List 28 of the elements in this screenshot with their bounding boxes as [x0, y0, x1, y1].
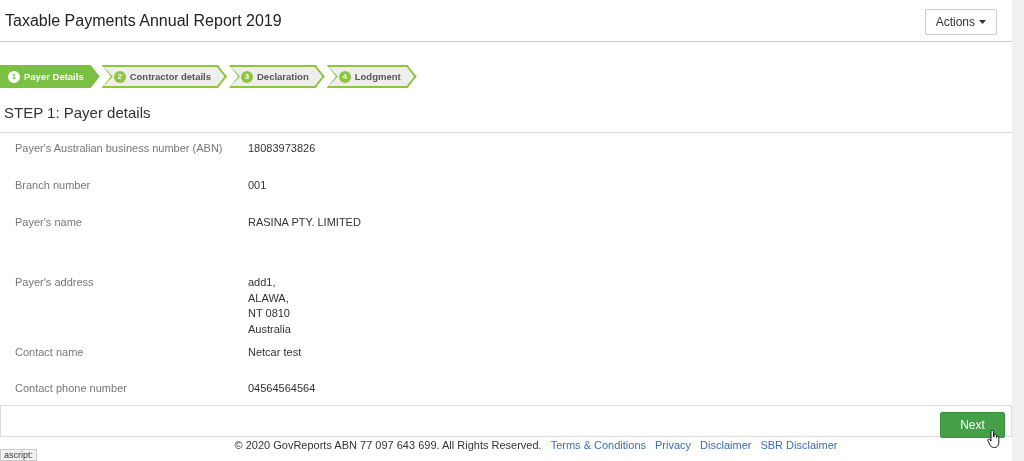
field-value: 04564564564 [248, 381, 317, 396]
field-label: Branch number [15, 178, 92, 193]
next-button[interactable]: Next [940, 412, 1005, 438]
page-title: Taxable Payments Annual Report 2019 [5, 11, 282, 30]
field-value: RASINA PTY. LIMITED [248, 215, 362, 230]
footer-link[interactable]: Terms & Conditions [550, 439, 647, 451]
pointer-cursor-icon [987, 430, 1001, 448]
actions-button[interactable]: Actions [924, 8, 997, 35]
step-tab[interactable]: 4 Lodgment [326, 65, 417, 88]
field-value: 18083973826 [248, 141, 317, 156]
step-tab[interactable]: 3 Declaration [229, 65, 325, 88]
footer-link[interactable]: Disclaimer [700, 439, 752, 451]
field-value: add1, ALAWA, NT 0810 Australia [248, 275, 292, 337]
step-heading: STEP 1: Payer details [4, 104, 151, 121]
field-label: Payer's Australian business number (ABN) [15, 141, 224, 156]
step-tab[interactable]: 2 Contractor details [101, 65, 227, 88]
caret-icon [979, 19, 986, 24]
field-value: 001 [248, 178, 268, 193]
field-label: Payer's address [15, 275, 95, 290]
field-label: Contact name [15, 345, 85, 360]
scrollbar[interactable] [1012, 0, 1024, 461]
field-label: Contact phone number [15, 381, 128, 396]
footer-link[interactable]: Privacy [655, 439, 692, 451]
field-value: Netcar test [248, 345, 303, 360]
field-label: Payer's name [15, 215, 83, 230]
status-text: ascript: [0, 449, 37, 461]
copyright-text: © 2020 GovReports ABN 77 097 643 699. All Rights Reserved. [234, 439, 542, 451]
footer-link[interactable]: SBR Disclaimer [760, 439, 838, 451]
